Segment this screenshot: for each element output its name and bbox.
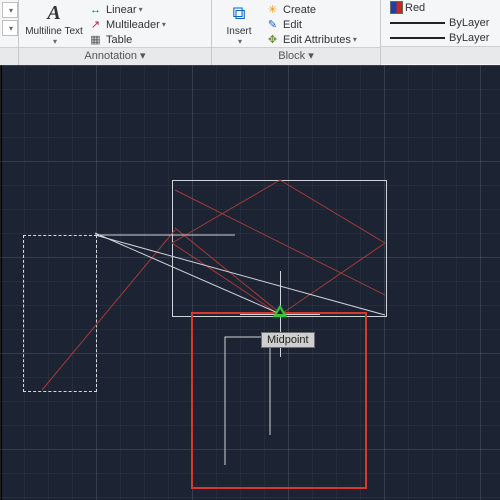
current-layer-button[interactable]: Red — [387, 0, 428, 15]
label: Create — [283, 4, 316, 16]
drawing-canvas[interactable]: Midpoint — [0, 65, 500, 500]
color-swatch-icon — [390, 1, 403, 14]
label: Multileader — [106, 19, 160, 31]
osnap-midpoint-icon — [273, 305, 287, 317]
leader-icon: ↗ — [88, 18, 103, 32]
multiline-text-button[interactable]: A Multiline Text ▾ — [25, 2, 83, 46]
linetype-button[interactable]: ByLayer — [387, 30, 492, 45]
label: Table — [106, 34, 132, 46]
label: Multiline Text — [25, 27, 83, 37]
insert-button[interactable]: ⧉ Insert ▾ — [218, 2, 260, 46]
edit-block-button[interactable]: ✎ Edit — [262, 17, 360, 32]
edit-icon: ✎ — [265, 18, 280, 32]
quick-dropdowns: ▾ ▾ — [0, 0, 19, 65]
qat-item[interactable]: ▾ — [2, 20, 18, 36]
label: Linear — [106, 4, 137, 16]
table-button[interactable]: ▦ Table — [85, 32, 169, 47]
group-block: ⧉ Insert ▾ ✳ Create ✎ Edit ✥ Edit Attrib… — [212, 0, 381, 65]
multileader-button[interactable]: ↗ Multileader▾ — [85, 17, 169, 32]
osnap-tooltip: Midpoint — [261, 332, 315, 348]
linework — [0, 65, 500, 500]
label: Insert — [226, 27, 251, 37]
group-title[interactable]: Block ▾ — [212, 47, 380, 65]
edit-attributes-button[interactable]: ✥ Edit Attributes▾ — [262, 32, 360, 47]
chevron-down-icon: ▾ — [353, 35, 357, 44]
label: Edit — [283, 19, 302, 31]
chevron-down-icon: ▾ — [238, 37, 242, 46]
line-sample-icon — [390, 37, 445, 39]
label: Edit Attributes — [283, 34, 351, 46]
qat-item[interactable]: ▾ — [2, 2, 18, 18]
chevron-down-icon: ▾ — [139, 5, 143, 14]
attributes-icon: ✥ — [265, 33, 280, 47]
spacer — [381, 46, 500, 64]
group-annotation: A Multiline Text ▾ ↔ Linear▾ ↗ Multilead… — [19, 0, 212, 65]
insert-icon: ⧉ — [226, 3, 252, 25]
label: ByLayer — [449, 17, 489, 29]
group-properties: Red ByLayer ByLayer — [381, 0, 500, 65]
lineweight-button[interactable]: ByLayer — [387, 15, 492, 30]
line-sample-icon — [390, 22, 445, 24]
chevron-down-icon: ▾ — [162, 20, 166, 29]
create-icon: ✳ — [265, 3, 280, 17]
label: ByLayer — [449, 32, 489, 44]
label: Red — [405, 2, 425, 14]
create-block-button[interactable]: ✳ Create — [262, 2, 360, 17]
linear-icon: ↔ — [88, 3, 103, 17]
group-title[interactable]: Annotation ▾ — [19, 47, 211, 65]
chevron-down-icon: ▾ — [53, 37, 57, 46]
table-icon: ▦ — [88, 33, 103, 47]
linear-dimension-button[interactable]: ↔ Linear▾ — [85, 2, 169, 17]
spacer — [0, 47, 18, 65]
ribbon: ▾ ▾ A Multiline Text ▾ ↔ Linear▾ ↗ Multi… — [0, 0, 500, 65]
text-icon: A — [41, 3, 67, 25]
